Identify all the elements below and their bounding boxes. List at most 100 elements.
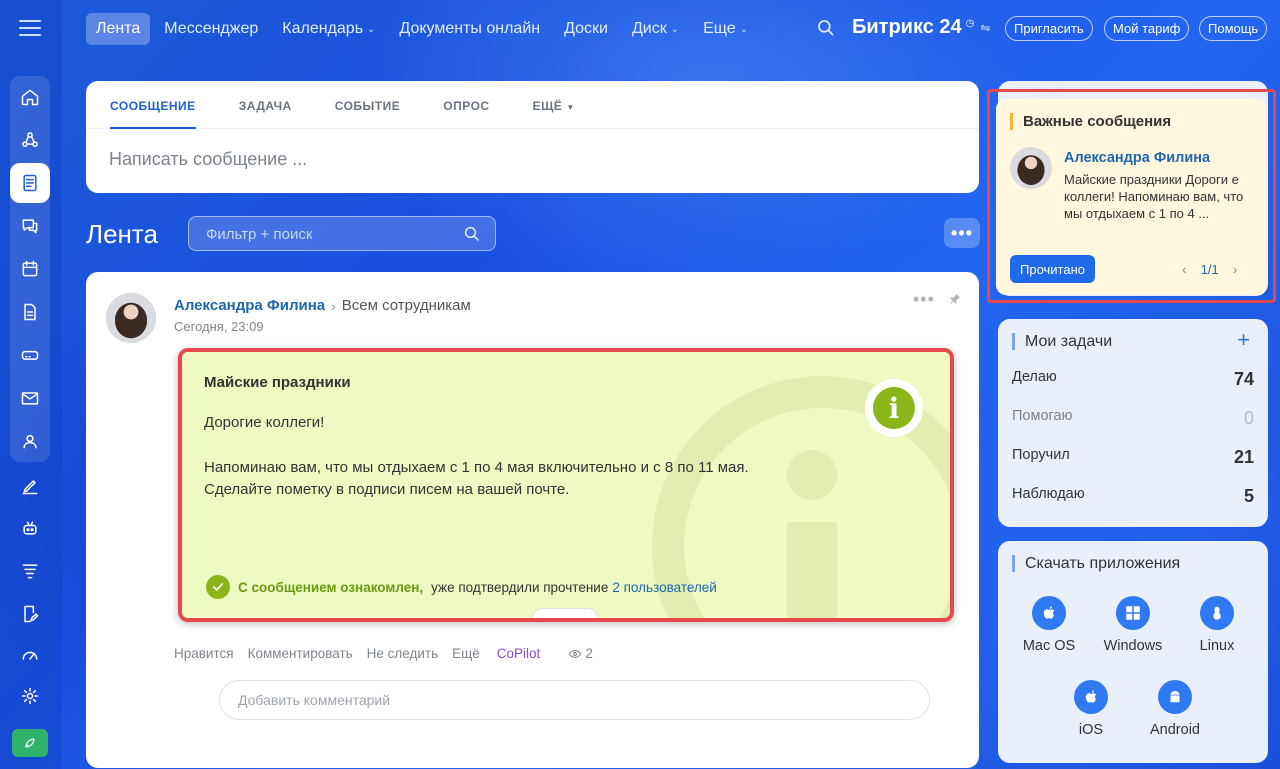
info-watermark-dot (787, 450, 837, 500)
widget-title: Скачать приложения (1012, 555, 1180, 572)
settings-toggle-icon[interactable]: ⇋ (980, 21, 990, 35)
expand-toggle[interactable] (532, 608, 598, 618)
left-rail (0, 0, 62, 769)
post-time[interactable]: Сегодня, 23:09 (174, 319, 264, 334)
nav-more[interactable]: Еще ⌄ (693, 13, 758, 45)
search-icon[interactable] (816, 18, 836, 38)
composer-tabs: СООБЩЕНИЕ ЗАДАЧА СОБЫТИЕ ОПРОС ЕЩЁ ▼ (86, 81, 979, 129)
confirm-label: С сообщением ознакомлен, (238, 579, 424, 595)
post-more-button[interactable]: ••• (913, 289, 935, 310)
page-title: Лента (86, 219, 158, 249)
chat-icon[interactable] (10, 206, 50, 246)
search-icon[interactable] (463, 225, 481, 243)
chevron-right-icon: › (331, 297, 336, 314)
invite-button[interactable]: Пригласить (1005, 16, 1093, 41)
important-title: Майские праздники (204, 374, 351, 391)
home-icon[interactable] (10, 77, 50, 117)
android-icon (1158, 680, 1192, 714)
documents-icon[interactable] (10, 292, 50, 332)
post-actions: Нравится Комментировать Не следить Ещё C… (174, 646, 593, 661)
crm-icon[interactable] (10, 120, 50, 160)
task-row-watching[interactable]: Наблюдаю 5 (1012, 486, 1254, 507)
my-tasks-widget: Мои задачи + Делаю 74 Помогаю 0 Поручил 21 … (998, 319, 1268, 527)
app-macos[interactable]: Mac OS (1009, 596, 1089, 654)
help-button[interactable]: Помощь (1199, 16, 1268, 41)
nav-feed[interactable]: Лента (86, 13, 151, 45)
caret-down-icon: ▼ (566, 103, 575, 112)
download-apps-widget: Скачать приложения Mac OS Windows Linux … (998, 541, 1268, 763)
funnel-icon[interactable] (10, 551, 50, 591)
clock-icon: ◷ (965, 18, 975, 29)
eye-icon (568, 649, 582, 658)
chevron-down-icon: ⌄ (739, 23, 749, 35)
views-counter[interactable]: 2 (568, 646, 593, 661)
analytics-icon[interactable] (10, 634, 50, 674)
filter-search-input[interactable]: Фильтр + поиск (188, 216, 496, 251)
nav-disk[interactable]: Диск ⌄ (622, 13, 689, 45)
top-nav: Лента Мессенджер Календарь ⌄ Документы он… (86, 12, 762, 46)
sign-icon[interactable] (10, 466, 50, 506)
author-link[interactable]: Александра Филина (174, 297, 325, 314)
confirm-text: уже подтвердили прочтение (431, 579, 609, 595)
feed-post: Александра Филина › Всем сотрудникам Сег… (86, 272, 979, 768)
message-line: Сделайте пометку в подписи писем на ваше… (204, 481, 570, 498)
important-message-box: i Майские праздники Дорогие коллеги! Нап… (178, 348, 954, 622)
app-android[interactable]: Android (1135, 680, 1215, 738)
apple-icon (1074, 680, 1108, 714)
menu-icon[interactable] (19, 20, 41, 36)
settings-icon[interactable] (10, 676, 50, 716)
nav-documents[interactable]: Документы онлайн (389, 13, 550, 45)
avatar (106, 293, 156, 343)
recipient-link[interactable]: Всем сотрудникам (342, 297, 471, 314)
drive-icon[interactable] (10, 335, 50, 375)
apple-icon (1032, 596, 1066, 630)
chevron-down-icon: ⌄ (670, 23, 680, 35)
tab-event[interactable]: СОБЫТИЕ (335, 81, 401, 128)
message-greeting: Дорогие коллеги! (204, 414, 325, 431)
widget-title: Мои задачи (1012, 333, 1112, 350)
task-row-assigned[interactable]: Поручил 21 (1012, 447, 1254, 468)
tab-more[interactable]: ЕЩЁ ▼ (533, 81, 575, 128)
copilot-button[interactable]: CoPilot (497, 646, 541, 661)
nav-boards[interactable]: Доски (554, 13, 618, 45)
unfollow-button[interactable]: Не следить (367, 646, 438, 661)
windows-icon (1116, 596, 1150, 630)
message-line: Напоминаю вам, что мы отдыхаем с 1 по 4 … (204, 459, 749, 476)
check-icon (206, 575, 230, 599)
confirmed-users-link[interactable]: 2 пользователей (612, 580, 717, 595)
composer-card: СООБЩЕНИЕ ЗАДАЧА СОБЫТИЕ ОПРОС ЕЩЁ ▼ Напи… (86, 81, 979, 193)
robot-icon[interactable] (10, 508, 50, 548)
edit-doc-icon[interactable] (10, 594, 50, 634)
nav-calendar[interactable]: Календарь ⌄ (272, 13, 385, 45)
pin-icon[interactable] (948, 292, 962, 306)
like-button[interactable]: Нравится (174, 646, 234, 661)
mail-icon[interactable] (10, 378, 50, 418)
info-icon: i (865, 379, 923, 437)
message-input[interactable]: Написать сообщение ... (109, 149, 307, 170)
feed-icon[interactable] (10, 163, 50, 203)
highlight-frame (987, 89, 1276, 303)
rocket-icon[interactable] (12, 729, 48, 757)
feed-options-button[interactable]: ••• (944, 218, 980, 248)
read-confirmation: С сообщением ознакомлен, уже подтвердили… (206, 575, 717, 599)
app-linux[interactable]: Linux (1177, 596, 1257, 654)
brand-logo: Битрикс 24 ◷ ⇋ (852, 16, 991, 38)
comment-input[interactable]: Добавить комментарий (219, 680, 930, 720)
tab-message[interactable]: СООБЩЕНИЕ (110, 81, 196, 129)
app-windows[interactable]: Windows (1093, 596, 1173, 654)
comment-button[interactable]: Комментировать (248, 646, 353, 661)
app-ios[interactable]: iOS (1051, 680, 1131, 738)
task-row-doing[interactable]: Делаю 74 (1012, 369, 1254, 390)
nav-messenger[interactable]: Мессенджер (154, 13, 268, 45)
info-watermark-bar (787, 522, 837, 618)
users-icon[interactable] (10, 421, 50, 461)
tab-task[interactable]: ЗАДАЧА (239, 81, 292, 128)
chevron-down-icon: ⌄ (367, 23, 376, 35)
linux-icon (1200, 596, 1234, 630)
more-actions-button[interactable]: Ещё (452, 646, 480, 661)
calendar-icon[interactable] (10, 249, 50, 289)
add-task-button[interactable]: + (1237, 327, 1250, 353)
task-row-helping[interactable]: Помогаю 0 (1012, 408, 1254, 429)
tab-poll[interactable]: ОПРОС (443, 81, 489, 128)
tariff-button[interactable]: Мой тариф (1104, 16, 1190, 41)
